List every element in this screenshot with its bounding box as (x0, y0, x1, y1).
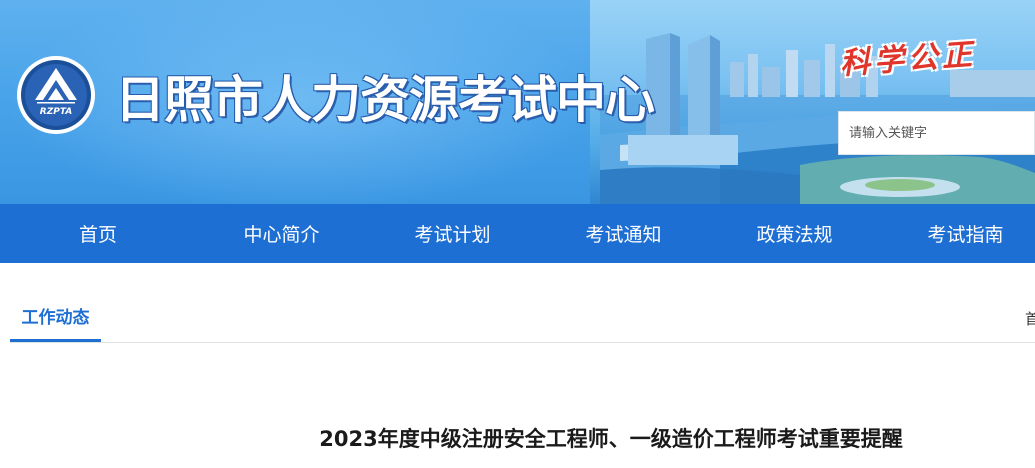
article-title: 2023年度中级注册安全工程师、一级造价工程师考试重要提醒 (319, 427, 903, 451)
site-title: 日照市人力资源考试中心 (115, 71, 655, 129)
breadcrumb[interactable]: 首 (1025, 308, 1035, 329)
nav-item-policy[interactable]: 政策法规 (709, 204, 880, 263)
main-nav: 首页 中心简介 考试计划 考试通知 政策法规 考试指南 (0, 204, 1035, 263)
header-banner: RZPTA 日照市人力资源考试中心 科学公正 (0, 0, 1035, 204)
nav-item-exam-guide[interactable]: 考试指南 (880, 204, 1035, 263)
nav-item-exam-notice[interactable]: 考试通知 (538, 204, 709, 263)
search-box (838, 111, 1035, 155)
tab-work-news[interactable]: 工作动态 (10, 297, 101, 342)
nav-item-home[interactable]: 首页 (0, 204, 196, 263)
logo-text: RZPTA (40, 107, 72, 117)
section-header (0, 263, 1035, 345)
nav-item-about[interactable]: 中心简介 (196, 204, 367, 263)
search-input[interactable] (839, 112, 1035, 154)
section-divider (10, 342, 1035, 343)
nav-item-exam-plan[interactable]: 考试计划 (367, 204, 538, 263)
rzpta-logo-icon: RZPTA (17, 56, 95, 134)
